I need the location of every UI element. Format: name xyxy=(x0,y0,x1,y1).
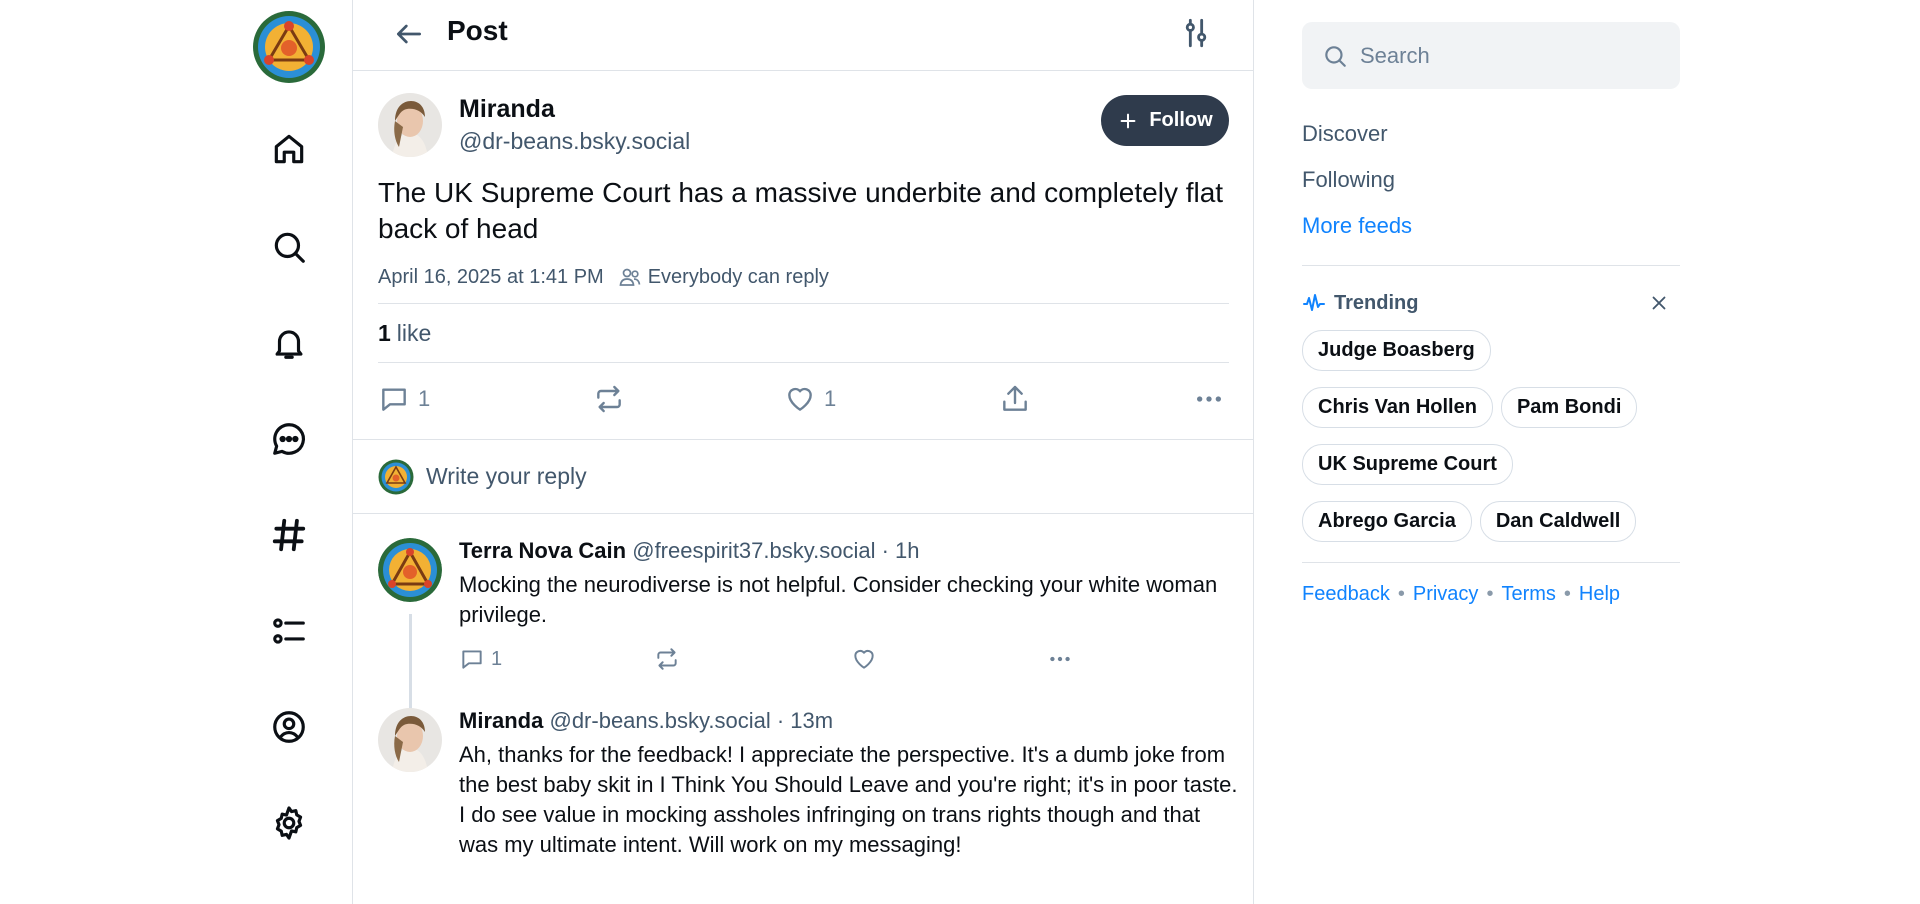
plus-icon xyxy=(1120,113,1136,128)
lists-icon[interactable] xyxy=(258,600,320,662)
home-icon[interactable] xyxy=(258,118,320,180)
top-bar: Post xyxy=(353,0,1253,71)
main-post: Miranda @dr-beans.bsky.social Follow The… xyxy=(353,71,1253,439)
reply-settings[interactable]: Everybody can reply xyxy=(618,265,829,289)
divider xyxy=(1302,265,1680,266)
more-feeds-link[interactable]: More feeds xyxy=(1302,203,1680,249)
help-link[interactable]: Help xyxy=(1579,583,1620,606)
trending-chip[interactable]: Judge Boasberg xyxy=(1302,330,1491,371)
settings-gear-icon[interactable] xyxy=(258,792,320,854)
comment-icon xyxy=(462,650,482,669)
likes-summary[interactable]: 1 like xyxy=(378,303,1229,363)
heart-icon xyxy=(854,649,874,669)
profile-logo-icon[interactable] xyxy=(252,10,326,84)
author-handle[interactable]: @dr-beans.bsky.social xyxy=(459,128,690,155)
chat-icon[interactable] xyxy=(258,408,320,470)
feedback-link[interactable]: Feedback xyxy=(1302,583,1390,606)
terms-link[interactable]: Terms xyxy=(1501,583,1555,606)
privacy-link[interactable]: Privacy xyxy=(1413,583,1479,606)
reply-item: Miranda @dr-beans.bsky.social · 13m Ah, … xyxy=(378,708,1238,860)
footer-links: Feedback • Privacy • Terms • Help xyxy=(1302,583,1621,606)
thread-settings-sliders-icon[interactable] xyxy=(1179,16,1213,50)
reply-actions: 1 xyxy=(459,636,1229,682)
feeds-list: Discover Following More feeds xyxy=(1302,111,1680,249)
notifications-bell-icon[interactable] xyxy=(258,312,320,374)
reply-header: Terra Nova Cain @freespirit37.bsky.socia… xyxy=(459,538,1229,564)
reply-author-avatar[interactable] xyxy=(378,708,442,772)
reply-header: Miranda @dr-beans.bsky.social · 13m xyxy=(459,708,1229,734)
reply-repost-button[interactable] xyxy=(654,646,680,672)
post-thread-column: Post Miranda @dr-beans.bsky.social Follo… xyxy=(352,0,1254,904)
repost-button[interactable] xyxy=(593,383,625,415)
follow-button[interactable]: Follow xyxy=(1101,95,1229,146)
trending-chip[interactable]: Dan Caldwell xyxy=(1479,501,1637,542)
reply-author-name[interactable]: Terra Nova Cain xyxy=(459,538,626,563)
feed-link-following[interactable]: Following xyxy=(1302,157,1680,203)
ellipsis-icon xyxy=(1197,396,1221,402)
feed-link-discover[interactable]: Discover xyxy=(1302,111,1680,157)
author-name[interactable]: Miranda xyxy=(459,95,690,124)
people-icon xyxy=(619,268,641,286)
likes-count: 1 xyxy=(378,319,391,346)
post-meta: April 16, 2025 at 1:41 PM Everybody can … xyxy=(378,261,1229,293)
heart-icon xyxy=(788,387,812,411)
trending-chip[interactable]: Abrego Garcia xyxy=(1302,501,1472,542)
reply-author-avatar[interactable] xyxy=(378,538,442,602)
more-options-button[interactable] xyxy=(1193,383,1225,415)
reply-text: Ah, thanks for the feedback! I appreciat… xyxy=(459,742,1238,857)
search-icon xyxy=(1325,45,1346,67)
my-avatar-icon xyxy=(378,459,414,494)
post-actions: 1 1 xyxy=(378,363,1229,439)
page-title: Post xyxy=(447,15,508,46)
like-count: 1 xyxy=(824,386,837,411)
search-icon[interactable] xyxy=(258,216,320,278)
reply-author-name[interactable]: Miranda xyxy=(459,708,543,733)
divider xyxy=(1302,562,1680,563)
repost-icon xyxy=(597,385,621,413)
repost-icon xyxy=(657,648,677,670)
reply-reply-count: 1 xyxy=(491,647,503,670)
trending-topics: Judge Boasberg Chris Van Hollen Pam Bond… xyxy=(1302,330,1662,542)
reply-settings-label: Everybody can reply xyxy=(647,265,829,288)
trending-chip[interactable]: Chris Van Hollen xyxy=(1302,387,1493,428)
trending-chip[interactable]: Pam Bondi xyxy=(1500,387,1638,428)
close-icon[interactable] xyxy=(1648,292,1670,314)
back-arrow-icon[interactable] xyxy=(389,14,429,54)
reply-count: 1 xyxy=(418,386,431,411)
post-timestamp[interactable]: April 16, 2025 at 1:41 PM xyxy=(378,266,604,289)
reply-placeholder: Write your reply xyxy=(426,463,587,489)
right-sidebar: Discover Following More feeds Trending J… xyxy=(1302,22,1680,606)
reply-reply-button[interactable]: 1 xyxy=(459,646,502,672)
reply-time: · 13m xyxy=(776,708,834,733)
share-button[interactable] xyxy=(999,383,1031,415)
reply-author-handle[interactable]: @freespirit37.bsky.social xyxy=(632,538,875,563)
replies-thread: Terra Nova Cain @freespirit37.bsky.socia… xyxy=(353,514,1253,860)
trending-pulse-icon xyxy=(1303,294,1325,311)
reply-text: Mocking the neurodiverse is not helpful.… xyxy=(459,572,1218,627)
reply-like-button[interactable] xyxy=(851,646,877,672)
search-bar[interactable] xyxy=(1302,22,1680,89)
like-button[interactable]: 1 xyxy=(784,383,836,415)
share-icon xyxy=(1003,385,1027,411)
reply-author-handle[interactable]: @dr-beans.bsky.social xyxy=(549,708,770,733)
reply-button[interactable]: 1 xyxy=(378,383,430,415)
comment-icon xyxy=(382,388,406,411)
hashtag-feeds-icon[interactable] xyxy=(258,504,320,566)
post-text: The UK Supreme Court has a massive under… xyxy=(378,177,1224,244)
trending-title: Trending xyxy=(1334,291,1419,314)
likes-label: like xyxy=(396,319,432,346)
follow-label: Follow xyxy=(1149,109,1213,131)
reply-item: Terra Nova Cain @freespirit37.bsky.socia… xyxy=(378,538,1229,708)
profile-icon[interactable] xyxy=(258,696,320,758)
reply-time: · 1h xyxy=(881,538,920,563)
reply-more-button[interactable] xyxy=(1047,646,1073,672)
left-nav xyxy=(0,0,352,904)
search-input[interactable] xyxy=(1360,42,1660,69)
author-avatar[interactable] xyxy=(378,93,442,157)
trending-chip[interactable]: UK Supreme Court xyxy=(1302,444,1513,485)
trending-header: Trending xyxy=(1302,282,1680,324)
write-reply-box[interactable]: Write your reply xyxy=(353,439,1253,514)
ellipsis-icon xyxy=(1050,656,1070,662)
